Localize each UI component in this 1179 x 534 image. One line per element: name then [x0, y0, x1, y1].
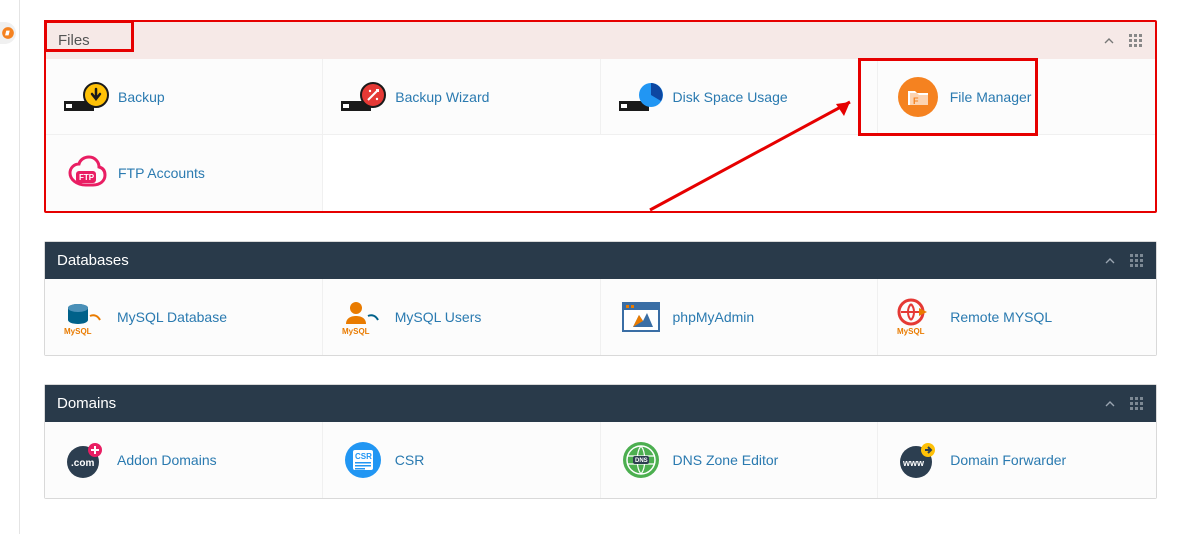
file-manager-icon: F: [892, 77, 944, 117]
svg-text:FTP: FTP: [79, 173, 95, 182]
panel-databases-header[interactable]: Databases: [45, 242, 1156, 279]
panel-domains-title: Domains: [57, 395, 116, 412]
svg-text:MySQL: MySQL: [342, 327, 370, 336]
panel-files-actions: [1101, 33, 1143, 49]
sidebar-strip: [0, 0, 20, 534]
item-backup-wizard[interactable]: Backup Wizard: [323, 59, 600, 135]
mysql-database-icon: MySQL: [59, 297, 111, 337]
item-domain-forwarder-label: Domain Forwarder: [950, 452, 1066, 468]
chevron-up-icon[interactable]: [1101, 33, 1117, 49]
panel-databases: Databases MySQL MySQL Database MySQL: [44, 241, 1157, 356]
panel-databases-title: Databases: [57, 252, 129, 269]
panel-domains: Domains .com Addon Domains CSR CSR: [44, 384, 1157, 499]
main-content: Files Backup Backup Wizard: [44, 20, 1157, 499]
item-backup-label: Backup: [118, 89, 165, 105]
svg-text:MySQL: MySQL: [64, 327, 92, 336]
item-mysql-users[interactable]: MySQL MySQL Users: [323, 279, 601, 355]
item-csr[interactable]: CSR CSR: [323, 422, 601, 498]
panel-domains-body: .com Addon Domains CSR CSR DNS DNS Zone …: [45, 422, 1156, 498]
item-backup[interactable]: Backup: [46, 59, 323, 135]
item-domain-forwarder[interactable]: www Domain Forwarder: [878, 422, 1156, 498]
csr-icon: CSR: [337, 440, 389, 480]
item-backup-wizard-label: Backup Wizard: [395, 89, 489, 105]
item-ftp-accounts-label: FTP Accounts: [118, 165, 205, 181]
item-mysql-database[interactable]: MySQL MySQL Database: [45, 279, 323, 355]
cpanel-icon: [1, 26, 15, 40]
panel-domains-header[interactable]: Domains: [45, 385, 1156, 422]
item-mysql-database-label: MySQL Database: [117, 309, 227, 325]
backup-wizard-icon: [337, 77, 389, 117]
panel-files-body: Backup Backup Wizard Disk Space Usage: [46, 59, 1155, 211]
dns-zone-editor-icon: DNS: [615, 440, 667, 480]
panel-files-title: Files: [58, 32, 90, 49]
panel-domains-actions: [1102, 396, 1144, 412]
panel-databases-actions: [1102, 253, 1144, 269]
addon-domains-icon: .com: [59, 440, 111, 480]
item-disk-space-usage-label: Disk Space Usage: [673, 89, 788, 105]
item-ftp-accounts[interactable]: FTP FTP Accounts: [46, 135, 323, 211]
item-remote-mysql-label: Remote MYSQL: [950, 309, 1052, 325]
svg-text:CSR: CSR: [355, 452, 372, 461]
item-phpmyadmin-label: phpMyAdmin: [673, 309, 755, 325]
item-phpmyadmin[interactable]: phpMyAdmin: [601, 279, 879, 355]
sidebar-cpanel-badge[interactable]: [0, 22, 16, 44]
panel-files-header[interactable]: Files: [46, 22, 1155, 59]
item-disk-space-usage[interactable]: Disk Space Usage: [601, 59, 878, 135]
item-dns-zone-editor[interactable]: DNS DNS Zone Editor: [601, 422, 879, 498]
drag-handle-icon[interactable]: [1130, 397, 1144, 411]
svg-text:www: www: [902, 458, 925, 468]
item-dns-zone-editor-label: DNS Zone Editor: [673, 452, 779, 468]
svg-text:DNS: DNS: [635, 458, 648, 464]
item-addon-domains[interactable]: .com Addon Domains: [45, 422, 323, 498]
domain-forwarder-icon: www: [892, 440, 944, 480]
item-mysql-users-label: MySQL Users: [395, 309, 482, 325]
panel-files: Files Backup Backup Wizard: [44, 20, 1157, 213]
chevron-up-icon[interactable]: [1102, 396, 1118, 412]
item-csr-label: CSR: [395, 452, 425, 468]
item-file-manager[interactable]: F File Manager: [878, 59, 1155, 135]
remote-mysql-icon: MySQL: [892, 297, 944, 337]
drag-handle-icon[interactable]: [1129, 34, 1143, 48]
svg-text:F: F: [913, 96, 919, 106]
mysql-users-icon: MySQL: [337, 297, 389, 337]
ftp-accounts-icon: FTP: [60, 153, 112, 193]
drag-handle-icon[interactable]: [1130, 254, 1144, 268]
backup-icon: [60, 77, 112, 117]
panel-databases-body: MySQL MySQL Database MySQL MySQL Users p…: [45, 279, 1156, 355]
item-addon-domains-label: Addon Domains: [117, 452, 217, 468]
svg-text:.com: .com: [71, 458, 94, 469]
item-file-manager-label: File Manager: [950, 89, 1032, 105]
disk-usage-icon: [615, 77, 667, 117]
phpmyadmin-icon: [615, 297, 667, 337]
chevron-up-icon[interactable]: [1102, 253, 1118, 269]
item-remote-mysql[interactable]: MySQL Remote MYSQL: [878, 279, 1156, 355]
svg-text:MySQL: MySQL: [897, 327, 925, 336]
